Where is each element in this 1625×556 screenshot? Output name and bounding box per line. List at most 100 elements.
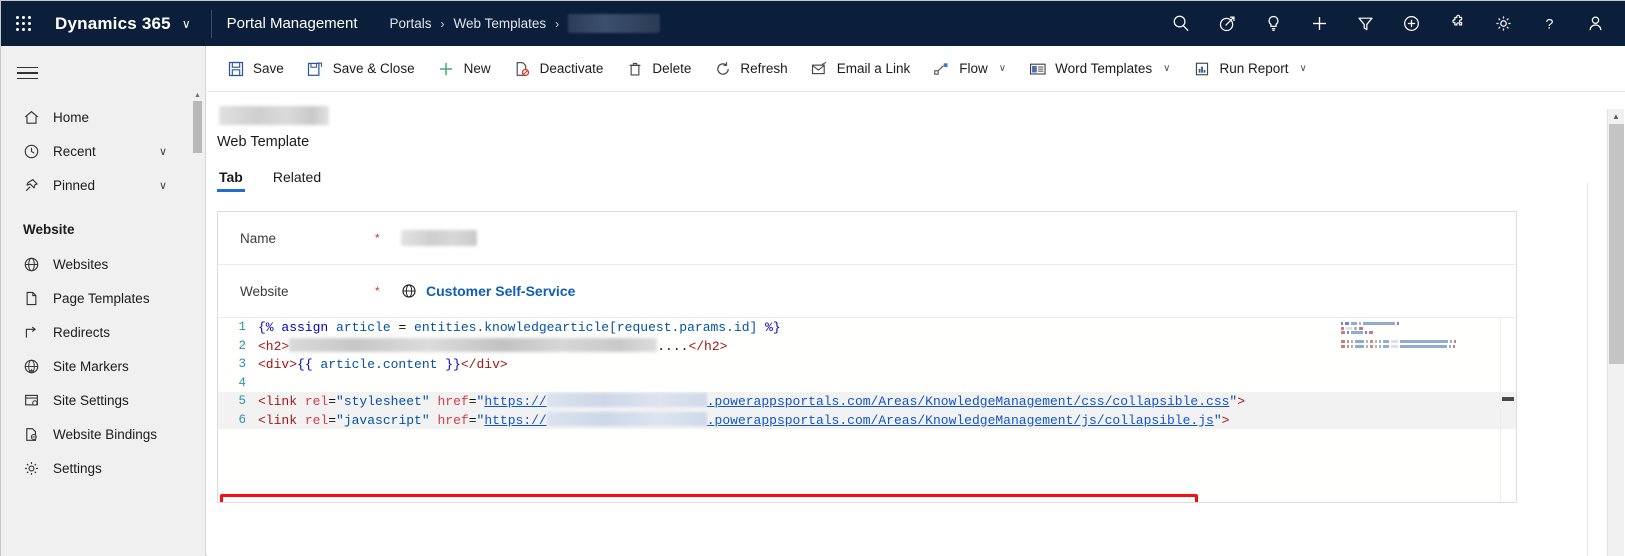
name-input-redacted[interactable] xyxy=(401,230,477,246)
sidebar-item-redirects[interactable]: Redirects xyxy=(1,315,205,349)
refresh-button[interactable]: Refresh xyxy=(702,46,798,92)
line-number: 4 xyxy=(238,375,246,390)
filter-icon[interactable] xyxy=(1342,1,1388,46)
website-lookup-label: Customer Self-Service xyxy=(426,283,576,299)
globe-star-icon: ★ xyxy=(23,358,49,375)
redacted-host-name xyxy=(546,411,707,426)
puzzle-icon[interactable] xyxy=(1434,1,1480,46)
website-lookup-value[interactable]: Customer Self-Service xyxy=(401,283,575,299)
minimap-token xyxy=(1347,340,1349,343)
page-scrollbar[interactable]: ▲ xyxy=(1607,109,1624,556)
code-token: " xyxy=(1213,412,1222,428)
command-label: Save & Close xyxy=(332,61,415,76)
chevron-down-icon[interactable]: ∨ xyxy=(159,145,167,158)
svg-text:?: ? xyxy=(1545,16,1553,32)
chevron-down-icon[interactable]: ∨ xyxy=(1163,63,1170,74)
run-report-button[interactable]: Run Report ∨ xyxy=(1181,46,1317,92)
delete-button[interactable]: Delete xyxy=(614,46,702,92)
word-template-icon xyxy=(1028,61,1047,77)
sidebar-item-page-templates[interactable]: Page Templates xyxy=(1,281,205,315)
code-line[interactable]: 2 <h2> ....</h2> xyxy=(218,337,1516,356)
minimap-token xyxy=(1359,326,1363,330)
minimap-token xyxy=(1391,344,1398,348)
editor-scrollbar[interactable] xyxy=(1500,318,1514,502)
sidebar-item-recent[interactable]: Recent ∨ xyxy=(1,134,205,168)
code-minimap[interactable] xyxy=(1341,322,1496,502)
sidebar-item-settings[interactable]: Settings xyxy=(1,451,205,485)
entity-name-label: Web Template xyxy=(217,134,310,150)
sidebar-item-label: Websites xyxy=(53,256,109,272)
settings-gear-icon[interactable] xyxy=(1480,1,1526,46)
minimap-token xyxy=(1383,340,1389,343)
flow-button[interactable]: Flow ∨ xyxy=(921,46,1017,92)
breadcrumb-item-web-templates[interactable]: Web Templates xyxy=(454,16,547,31)
sidebar-scrollbar[interactable]: ▲ xyxy=(193,90,202,550)
code-lines-container: 1 {% assign article = entities.knowledgea… xyxy=(218,318,1516,429)
tab-tab[interactable]: Tab xyxy=(217,169,245,192)
code-line[interactable]: 6 <link rel="javascript" href="https://.p… xyxy=(218,410,1516,429)
minimap-token xyxy=(1341,326,1344,330)
breadcrumb-item-portals[interactable]: Portals xyxy=(390,16,432,31)
minimap-token xyxy=(1365,331,1367,334)
chevron-down-icon[interactable]: ∨ xyxy=(999,63,1006,74)
word-templates-button[interactable]: Word Templates ∨ xyxy=(1017,46,1181,92)
top-navigation-bar: Dynamics 365 ∨ Portal Management Portals… xyxy=(1,1,1625,46)
sidebar-website-list: Websites Page Templates Redirects ★ Site… xyxy=(1,247,205,485)
code-token: = xyxy=(468,412,477,428)
save-and-close-button[interactable]: Save & Close xyxy=(295,46,426,92)
site-map-toggle-icon[interactable] xyxy=(17,52,63,94)
save-icon xyxy=(226,61,245,77)
sidebar-scroll-up-arrow-icon[interactable]: ▲ xyxy=(193,90,202,101)
code-token: </h2> xyxy=(688,338,728,354)
editor-scroll-thumb[interactable] xyxy=(1502,397,1514,401)
code-text: <div>{{ article.content }}</div> xyxy=(258,357,508,372)
sidebar-item-home[interactable]: Home xyxy=(1,100,205,134)
globe-icon xyxy=(23,256,49,273)
minimap-token xyxy=(1375,340,1377,343)
diagnostics-icon[interactable] xyxy=(1204,1,1250,46)
form-section-card: Name * Website * Customer Self-Service 1… xyxy=(217,211,1517,503)
form-content-area: Web Template Tab Related Name * Website … xyxy=(207,92,1625,556)
app-launcher-icon[interactable] xyxy=(1,1,47,46)
add-icon[interactable] xyxy=(1296,1,1342,46)
lightbulb-icon[interactable] xyxy=(1250,1,1296,46)
sidebar-item-website-bindings[interactable]: Website Bindings xyxy=(1,417,205,451)
website-bindings-icon xyxy=(23,426,49,443)
code-line[interactable]: 3 <div>{{ article.content }}</div> xyxy=(218,355,1516,374)
deactivate-button[interactable]: Deactivate xyxy=(502,46,615,92)
chevron-down-icon[interactable]: ∨ xyxy=(159,179,167,192)
sidebar-item-websites[interactable]: Websites xyxy=(1,247,205,281)
email-a-link-button[interactable]: Email a Link xyxy=(799,46,922,92)
quick-create-icon[interactable] xyxy=(1388,1,1434,46)
code-line[interactable]: 4 xyxy=(218,374,1516,393)
new-button[interactable]: New xyxy=(426,46,502,92)
sidebar-item-site-settings[interactable]: Site Settings xyxy=(1,383,205,417)
breadcrumb-item-record-redacted[interactable] xyxy=(568,14,661,33)
code-line[interactable]: 5 <link rel="stylesheet" href="https://.p… xyxy=(218,392,1516,411)
tab-related[interactable]: Related xyxy=(271,169,323,192)
code-token: article xyxy=(328,319,399,335)
page-scroll-up-arrow-icon[interactable]: ▲ xyxy=(1608,109,1624,124)
help-icon[interactable]: ? xyxy=(1526,1,1572,46)
line-number: 5 xyxy=(238,394,246,409)
brand-chevron-down-icon[interactable]: ∨ xyxy=(182,17,191,31)
sidebar-item-label: Website Bindings xyxy=(53,426,158,442)
user-profile-icon[interactable] xyxy=(1572,1,1618,46)
breadcrumb: Portals › Web Templates › xyxy=(390,14,661,33)
code-line[interactable]: 1 {% assign article = entities.knowledgea… xyxy=(218,318,1516,337)
sidebar-item-pinned[interactable]: Pinned ∨ xyxy=(1,168,205,202)
code-token: </div> xyxy=(460,356,508,372)
page-scroll-thumb[interactable] xyxy=(1609,124,1624,364)
code-token: <link xyxy=(258,394,305,410)
email-link-icon xyxy=(810,61,829,77)
sidebar-item-site-markers[interactable]: ★ Site Markers xyxy=(1,349,205,383)
chevron-down-icon[interactable]: ∨ xyxy=(1300,63,1307,74)
code-token: https:// xyxy=(484,394,547,410)
gear-icon xyxy=(23,460,49,477)
command-label: Email a Link xyxy=(836,61,911,76)
minimap-token xyxy=(1341,322,1343,325)
source-code-editor[interactable]: 1 {% assign article = entities.knowledgea… xyxy=(218,318,1516,502)
save-button[interactable]: Save xyxy=(215,46,295,92)
search-icon[interactable] xyxy=(1158,1,1204,46)
sidebar-scroll-thumb[interactable] xyxy=(193,101,202,153)
